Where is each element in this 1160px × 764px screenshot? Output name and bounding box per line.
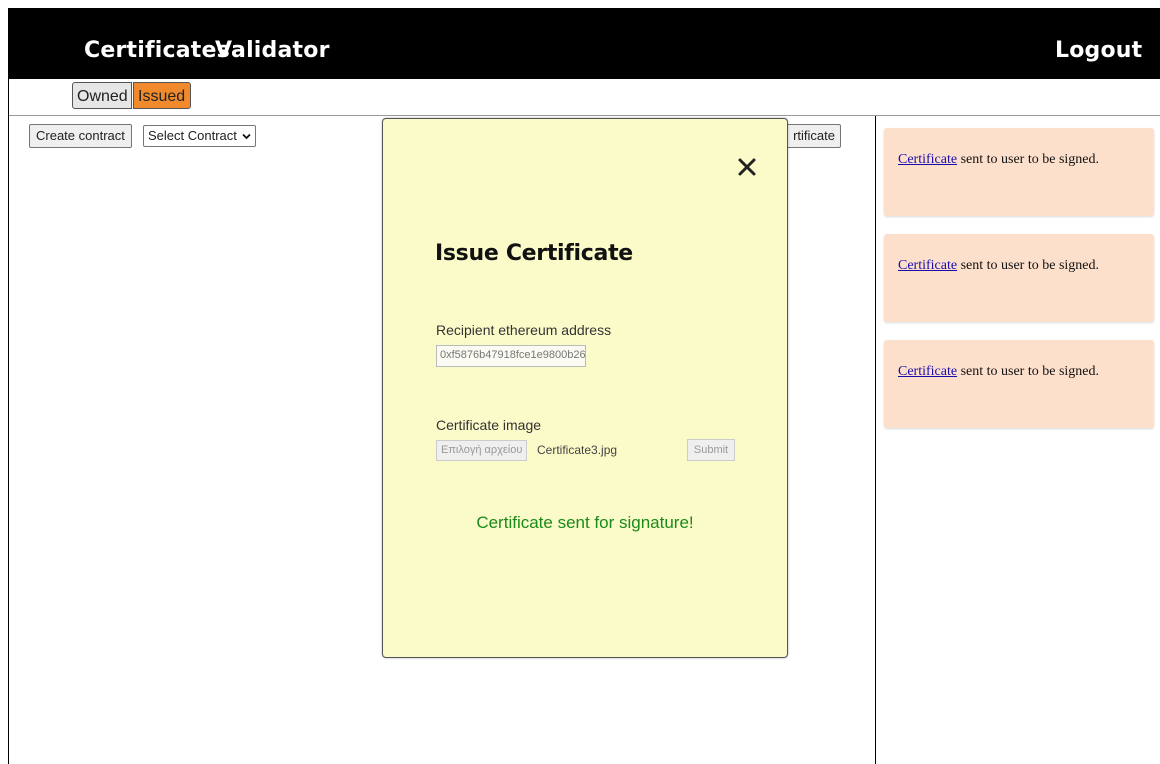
choose-file-button[interactable]: Επιλογή αρχείου <box>436 440 528 461</box>
notification-text: Certificate sent to user to be signed. <box>898 364 1099 380</box>
modal-title: Issue Certificate <box>435 241 633 266</box>
notification-message: sent to user to be signed. <box>957 364 1099 379</box>
notification-message: sent to user to be signed. <box>957 152 1099 167</box>
select-contract-value: Select Contract <box>148 128 237 143</box>
notification-text: Certificate sent to user to be signed. <box>898 152 1099 168</box>
tab-owned[interactable]: Owned <box>72 82 132 109</box>
column-divider <box>875 116 876 764</box>
issue-certificate-modal: Issue Certificate Recipient ethereum add… <box>382 118 788 658</box>
select-contract-dropdown[interactable]: Select Contract <box>143 125 256 147</box>
selected-file-name: Certificate3.jpg <box>537 443 618 457</box>
notification-card: Certificate sent to user to be signed. <box>884 234 1154 322</box>
tabs-bar: Owned Issued <box>9 79 1160 116</box>
nav-validator-link[interactable]: Validator <box>215 38 330 63</box>
certificate-image-label: Certificate image <box>436 417 542 433</box>
logout-link[interactable]: Logout <box>1055 38 1142 63</box>
submit-button[interactable]: Submit <box>687 439 735 461</box>
certificate-link[interactable]: Certificate <box>898 364 957 379</box>
tab-issued[interactable]: Issued <box>133 82 191 109</box>
notification-card: Certificate sent to user to be signed. <box>884 340 1154 428</box>
nav-certificates-link[interactable]: Certificates <box>84 38 230 63</box>
create-contract-button[interactable]: Create contract <box>29 124 132 148</box>
issue-certificate-label: rtificate <box>793 128 835 143</box>
recipient-address-input[interactable]: 0xf5876b47918fce1e9800b26 <box>436 345 586 367</box>
certificate-link[interactable]: Certificate <box>898 152 957 167</box>
close-modal-button[interactable] <box>735 155 759 179</box>
certificate-link[interactable]: Certificate <box>898 258 957 273</box>
close-icon <box>738 158 756 176</box>
notification-message: sent to user to be signed. <box>957 258 1099 273</box>
notification-text: Certificate sent to user to be signed. <box>898 258 1099 274</box>
success-message: Certificate sent for signature! <box>476 513 694 532</box>
top-navbar: Certificates Validator Logout <box>9 8 1160 79</box>
chevron-down-icon <box>241 133 251 140</box>
recipient-label: Recipient ethereum address <box>436 322 612 338</box>
notification-card: Certificate sent to user to be signed. <box>884 128 1154 216</box>
